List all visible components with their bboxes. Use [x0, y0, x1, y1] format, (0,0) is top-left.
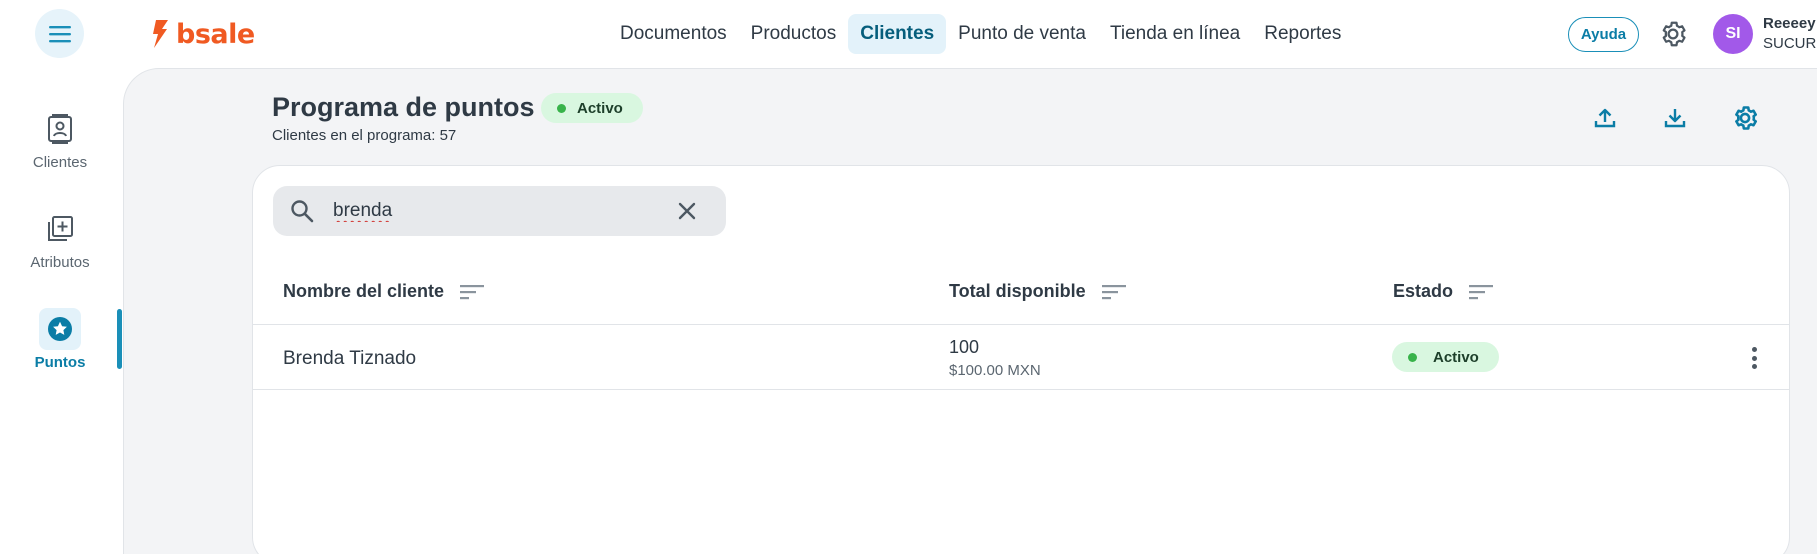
column-header-label: Total disponible [949, 281, 1086, 301]
contact-card-icon [39, 108, 81, 150]
gear-icon [1735, 106, 1758, 130]
status-dot [557, 103, 566, 113]
sidebar-item-atributos[interactable]: Atributos [0, 208, 120, 271]
sidebar-item-label: Atributos [30, 254, 90, 271]
logo-text: bsale [176, 18, 255, 50]
nav-tienda-en-linea[interactable]: Tienda en línea [1098, 14, 1252, 54]
star-icon [39, 308, 81, 350]
row-status-badge: Activo [1392, 342, 1499, 372]
clear-search-icon[interactable] [675, 199, 699, 223]
nav-productos[interactable]: Productos [739, 14, 849, 54]
column-header-total[interactable]: Total disponible [949, 281, 1126, 302]
sidebar-item-label: Puntos [34, 354, 86, 371]
nav-punto-de-venta[interactable]: Punto de venta [946, 14, 1098, 54]
nav-clientes[interactable]: Clientes [848, 14, 947, 54]
hamburger-icon [48, 25, 71, 42]
column-header-status[interactable]: Estado [1393, 281, 1494, 302]
program-client-count: Clientes en el programa: 57 [272, 127, 457, 144]
column-header-name[interactable]: Nombre del cliente [283, 281, 485, 302]
user-branch[interactable]: SUCURS [1763, 35, 1817, 52]
sidebar-item-clientes[interactable]: Clientes [0, 108, 120, 171]
sort-icon [1469, 284, 1494, 299]
nav-documentos[interactable]: Documentos [608, 14, 739, 54]
row-more-options-icon[interactable] [1744, 345, 1764, 371]
points-money-value: $100.00 MXN [949, 362, 1041, 379]
header-divider [253, 324, 1789, 325]
column-header-label: Nombre del cliente [283, 281, 445, 301]
help-button[interactable]: Ayuda [1568, 17, 1639, 52]
program-settings-button[interactable] [1729, 102, 1761, 134]
add-box-icon [39, 208, 81, 250]
nav-reportes[interactable]: Reportes [1252, 14, 1353, 54]
menu-button[interactable] [35, 9, 84, 58]
column-header-label: Estado [1393, 281, 1454, 301]
page-title: Programa de puntos [272, 92, 535, 122]
main-nav: Documentos Productos Clientes Punto de v… [608, 14, 1353, 54]
row-divider [253, 389, 1789, 390]
client-name[interactable]: Brenda Tiznado [283, 348, 416, 370]
search-box[interactable] [273, 186, 726, 236]
download-button[interactable] [1659, 102, 1691, 134]
active-indicator [117, 309, 122, 369]
status-dot [1408, 352, 1417, 362]
user-avatar[interactable]: SI [1713, 14, 1753, 54]
upload-icon [1594, 108, 1616, 128]
sidebar-item-puntos[interactable]: Puntos [0, 308, 120, 371]
user-name[interactable]: Reeeey [1763, 15, 1816, 32]
bsale-logo[interactable]: bsale [152, 18, 255, 50]
sidebar-item-label: Clientes [32, 154, 88, 171]
search-icon [291, 200, 314, 223]
status-badge: Activo [541, 93, 643, 123]
logo-bolt-icon [153, 20, 168, 48]
points-total: 100 [949, 337, 980, 357]
search-input[interactable] [333, 196, 653, 226]
upload-button[interactable] [1589, 102, 1621, 134]
sort-icon [460, 284, 485, 299]
top-bar: bsale Documentos Productos Clientes Punt… [0, 0, 1817, 68]
status-label: Activo [1433, 348, 1479, 366]
settings-gear-icon[interactable] [1658, 19, 1688, 49]
status-label: Activo [577, 99, 623, 117]
sort-icon [1101, 284, 1126, 299]
download-icon [1664, 109, 1686, 128]
